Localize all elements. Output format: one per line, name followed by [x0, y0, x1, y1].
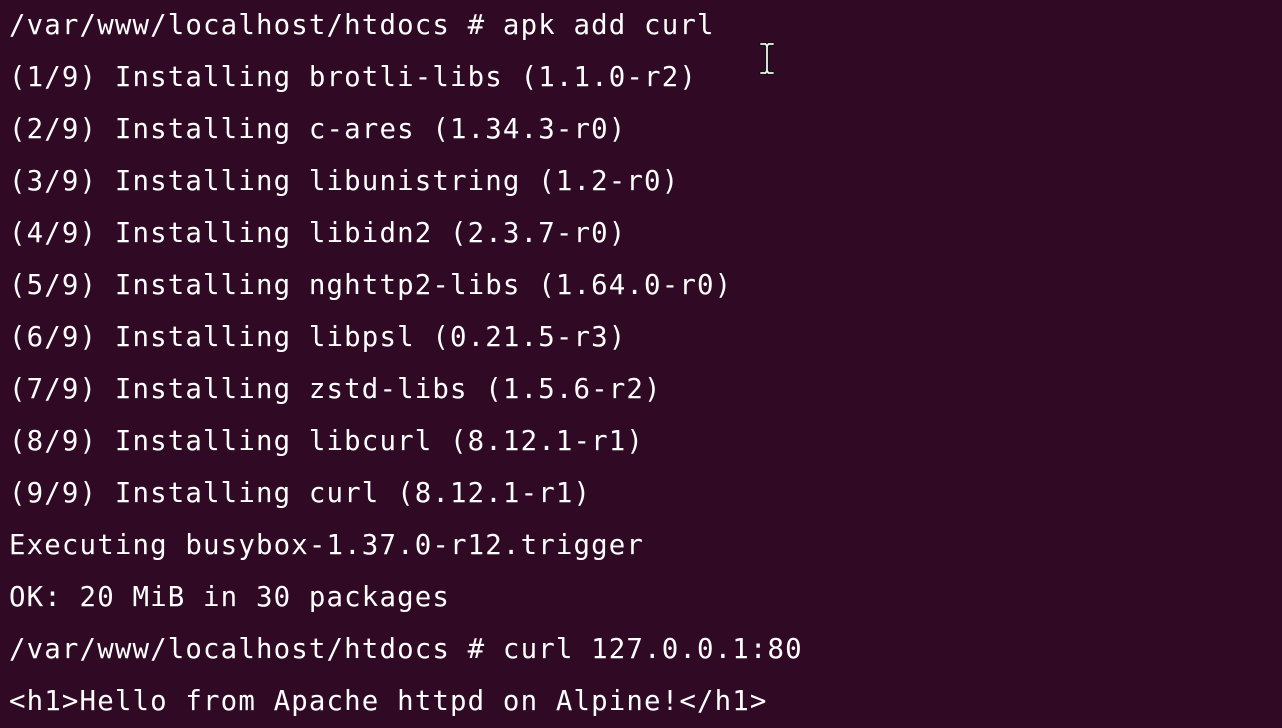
- terminal-line-prompt-curl: /var/www/localhost/htdocs # curl 127.0.0…: [9, 634, 803, 665]
- terminal-line-install-5: (5/9) Installing nghttp2-libs (1.64.0-r0…: [9, 270, 733, 301]
- terminal-line-install-9: (9/9) Installing curl (8.12.1-r1): [9, 478, 592, 509]
- terminal-line-install-6: (6/9) Installing libpsl (0.21.5-r3): [9, 322, 627, 353]
- terminal-line-ok-summary: OK: 20 MiB in 30 packages: [9, 582, 451, 613]
- terminal-line-trigger: Executing busybox-1.37.0-r12.trigger: [9, 530, 645, 561]
- terminal-line-install-8: (8/9) Installing libcurl (8.12.1-r1): [9, 426, 645, 457]
- terminal-line-install-3: (3/9) Installing libunistring (1.2-r0): [9, 166, 680, 197]
- terminal-window[interactable]: /var/www/localhost/htdocs # apk add curl…: [0, 0, 1282, 728]
- terminal-line-install-2: (2/9) Installing c-ares (1.34.3-r0): [9, 114, 627, 145]
- terminal-line-curl-output: <h1>Hello from Apache httpd on Alpine!</…: [9, 686, 768, 717]
- terminal-line-install-4: (4/9) Installing libidn2 (2.3.7-r0): [9, 218, 627, 249]
- terminal-line-install-7: (7/9) Installing zstd-libs (1.5.6-r2): [9, 374, 662, 405]
- terminal-line-prompt-apk: /var/www/localhost/htdocs # apk add curl: [9, 10, 715, 41]
- text-cursor-ibeam-icon: [759, 42, 775, 75]
- terminal-line-install-1: (1/9) Installing brotli-libs (1.1.0-r2): [9, 62, 697, 93]
